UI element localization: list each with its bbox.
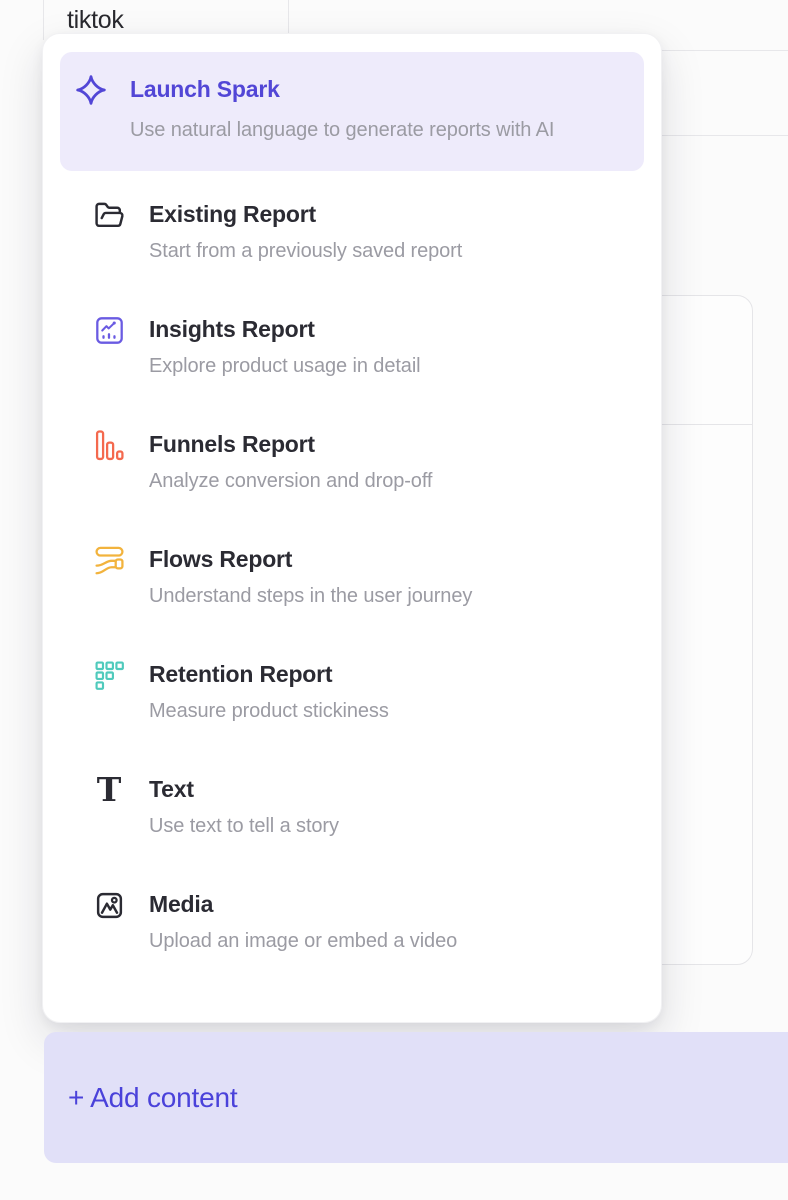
menu-item-title: Existing Report [149,199,462,229]
spark-icon [75,74,107,106]
menu-item-description: Explore product usage in detail [149,352,421,380]
menu-item-title: Funnels Report [149,429,432,459]
menu-item-flows-report[interactable]: Flows Report Understand steps in the use… [60,544,644,610]
flows-icon [93,544,125,576]
insights-chart-icon [93,314,125,346]
menu-item-insights-report[interactable]: Insights Report Explore product usage in… [60,314,644,380]
board-row-label[interactable]: tiktok [67,6,124,35]
menu-item-description: Use natural language to generate reports… [130,114,554,147]
menu-item-description: Start from a previously saved report [149,237,462,265]
menu-item-title: Insights Report [149,314,421,344]
menu-item-description: Understand steps in the user journey [149,582,472,610]
menu-item-retention-report[interactable]: Retention Report Measure product stickin… [60,659,644,725]
add-content-label: + Add content [68,1082,237,1114]
menu-item-media[interactable]: Media Upload an image or embed a video [60,889,644,955]
media-image-icon [93,889,125,921]
menu-item-existing-report[interactable]: Existing Report Start from a previously … [60,199,644,265]
retention-grid-icon [93,659,125,691]
menu-item-description: Use text to tell a story [149,812,339,840]
menu-item-description: Analyze conversion and drop-off [149,467,432,495]
funnels-bars-icon [93,429,125,461]
board-card-left-edge [43,0,44,40]
menu-item-text[interactable]: T Text Use text to tell a story [60,774,644,840]
menu-item-launch-spark[interactable]: Launch Spark Use natural language to gen… [60,52,644,171]
menu-item-title: Flows Report [149,544,472,574]
add-content-button[interactable]: + Add content [44,1032,788,1163]
add-content-popover: Launch Spark Use natural language to gen… [42,33,662,1023]
menu-item-title: Launch Spark [130,74,554,104]
menu-item-title: Retention Report [149,659,389,689]
folder-open-icon [93,199,125,231]
menu-item-description: Measure product stickiness [149,697,389,725]
menu-item-description: Upload an image or embed a video [149,927,457,955]
menu-item-title: Media [149,889,457,919]
menu-item-funnels-report[interactable]: Funnels Report Analyze conversion and dr… [60,429,644,495]
menu-list: Existing Report Start from a previously … [60,199,644,955]
text-icon: T [93,774,125,806]
menu-item-title: Text [149,774,339,804]
